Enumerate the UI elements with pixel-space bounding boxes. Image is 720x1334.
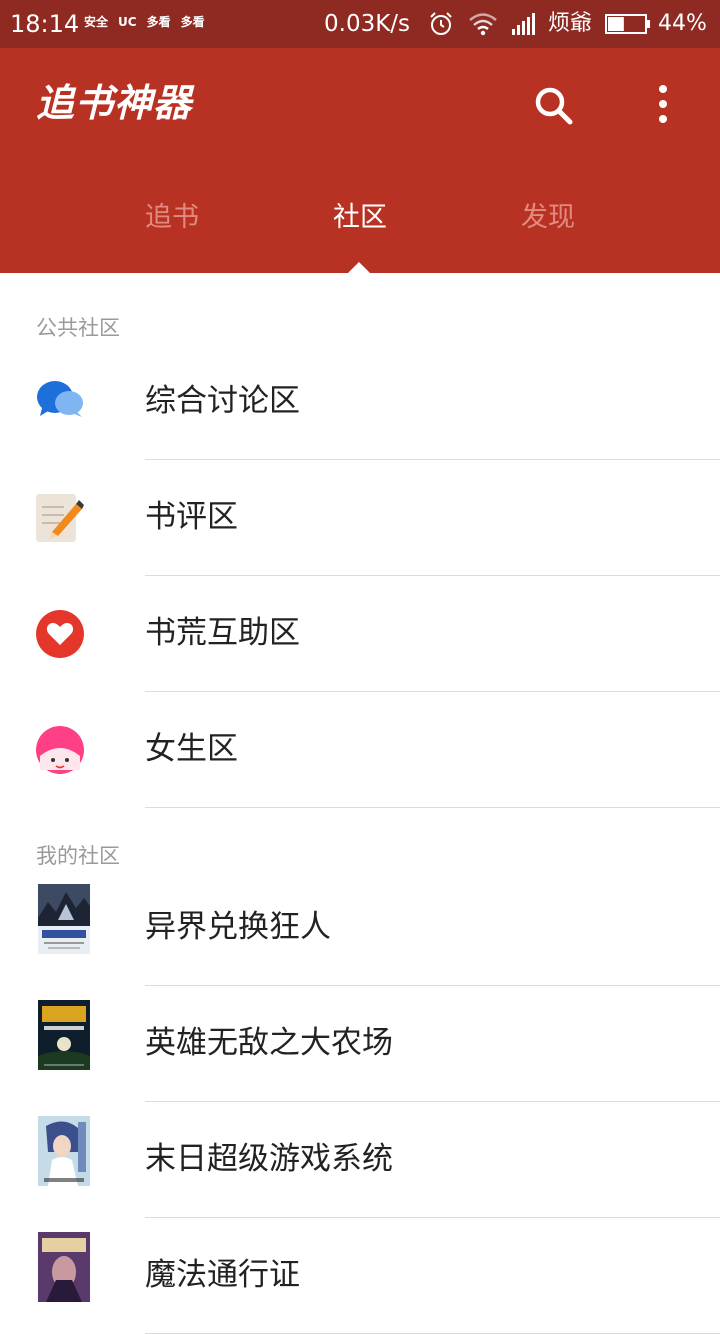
book-cover-image: [38, 884, 90, 954]
notification-icons: 安全 UC 多看 多看: [84, 14, 205, 30]
community-item-label: 书评区: [145, 499, 238, 535]
app-bar: 追书神器 追书 社区 发现: [0, 48, 720, 273]
book-community-label: 异界兑换狂人: [145, 909, 331, 945]
signal-icon: [512, 13, 535, 35]
notepad-pencil-icon: [36, 494, 84, 542]
book-community-label: 魔法通行证: [145, 1257, 300, 1293]
section-header-public: 公共社区: [36, 316, 120, 340]
status-time: 18:14: [10, 10, 80, 38]
community-item-girls[interactable]: 女生区: [0, 692, 720, 808]
book-community-item[interactable]: 魔法通行证: [0, 1218, 720, 1334]
book-cover-image: [38, 1232, 90, 1302]
section-header-mine: 我的社区: [36, 844, 120, 868]
active-tab-indicator: [348, 262, 370, 273]
book-community-item[interactable]: 末日超级游戏系统: [0, 1102, 720, 1218]
notification-duokan-icon: 多看: [180, 15, 205, 29]
app-title: 追书神器: [36, 81, 193, 125]
network-speed: 0.03K/s: [324, 11, 411, 37]
book-cover-image: [38, 1116, 90, 1186]
carrier-name: 烦爺: [548, 11, 593, 36]
girl-face-icon: [36, 726, 84, 774]
wifi-icon: [469, 13, 497, 36]
tab-faxian[interactable]: 发现: [488, 198, 608, 238]
heart-icon: [36, 610, 84, 658]
battery-icon: [605, 14, 650, 34]
more-options-icon[interactable]: [652, 84, 674, 126]
community-item-label: 书荒互助区: [145, 615, 300, 651]
tab-shequ[interactable]: 社区: [300, 198, 420, 238]
tab-zhuishu[interactable]: 追书: [112, 198, 232, 238]
community-item-book-review[interactable]: 书评区: [0, 460, 720, 576]
battery-percent: 44%: [658, 11, 707, 36]
book-community-item[interactable]: 异界兑换狂人: [0, 870, 720, 986]
alarm-icon: [430, 12, 452, 35]
notification-anquan-icon: 安全: [84, 15, 109, 29]
community-item-label: 女生区: [145, 731, 238, 767]
chat-bubbles-icon: [37, 381, 83, 417]
search-icon[interactable]: [532, 84, 574, 126]
book-community-item[interactable]: 英雄无敌之大农场: [0, 986, 720, 1102]
book-cover-image: [38, 1000, 90, 1070]
status-bar: 18:14 安全 UC 多看 多看 0.03K/s 烦爺 44%: [0, 0, 720, 48]
notification-duokan-icon: 多看: [146, 15, 171, 29]
book-community-label: 英雄无敌之大农场: [145, 1025, 393, 1061]
community-item-general[interactable]: 综合讨论区: [0, 344, 720, 460]
community-item-book-help[interactable]: 书荒互助区: [0, 576, 720, 692]
row-divider: [145, 807, 720, 808]
notification-uc-icon: UC: [118, 15, 137, 29]
community-item-label: 综合讨论区: [145, 383, 300, 419]
book-community-label: 末日超级游戏系统: [145, 1141, 393, 1177]
